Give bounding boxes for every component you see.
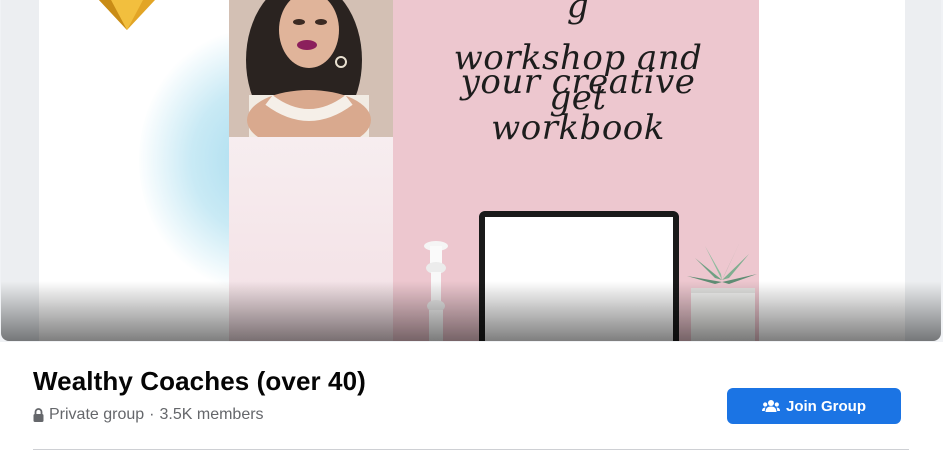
lock-icon <box>33 408 44 422</box>
member-count[interactable]: 3.5K members <box>160 406 264 424</box>
meta-separator: · <box>149 406 155 423</box>
group-meta: Private group · 3.5K members <box>33 406 264 424</box>
gold-gem-icon <box>99 0 155 30</box>
privacy-label[interactable]: Private group <box>49 406 144 424</box>
cover-text-line-1: g <box>566 0 590 26</box>
cover-gradient-overlay <box>1 281 941 341</box>
header-divider <box>33 449 909 450</box>
cover-text-line-3: your creative <box>460 62 696 102</box>
woman-portrait-illustration <box>229 0 393 137</box>
join-group-label: Join Group <box>786 397 866 415</box>
users-icon <box>762 400 780 412</box>
cover-area: g workshop and get your creative workboo… <box>0 0 943 342</box>
profile-portrait <box>229 0 393 137</box>
group-header-info: Wealthy Coaches (over 40) Private group … <box>0 342 943 456</box>
join-group-button[interactable]: Join Group <box>727 388 901 424</box>
cover-text-line-4: workbook <box>491 108 665 148</box>
cover-photo[interactable]: g workshop and get your creative workboo… <box>1 0 941 341</box>
group-title[interactable]: Wealthy Coaches (over 40) <box>33 366 366 397</box>
